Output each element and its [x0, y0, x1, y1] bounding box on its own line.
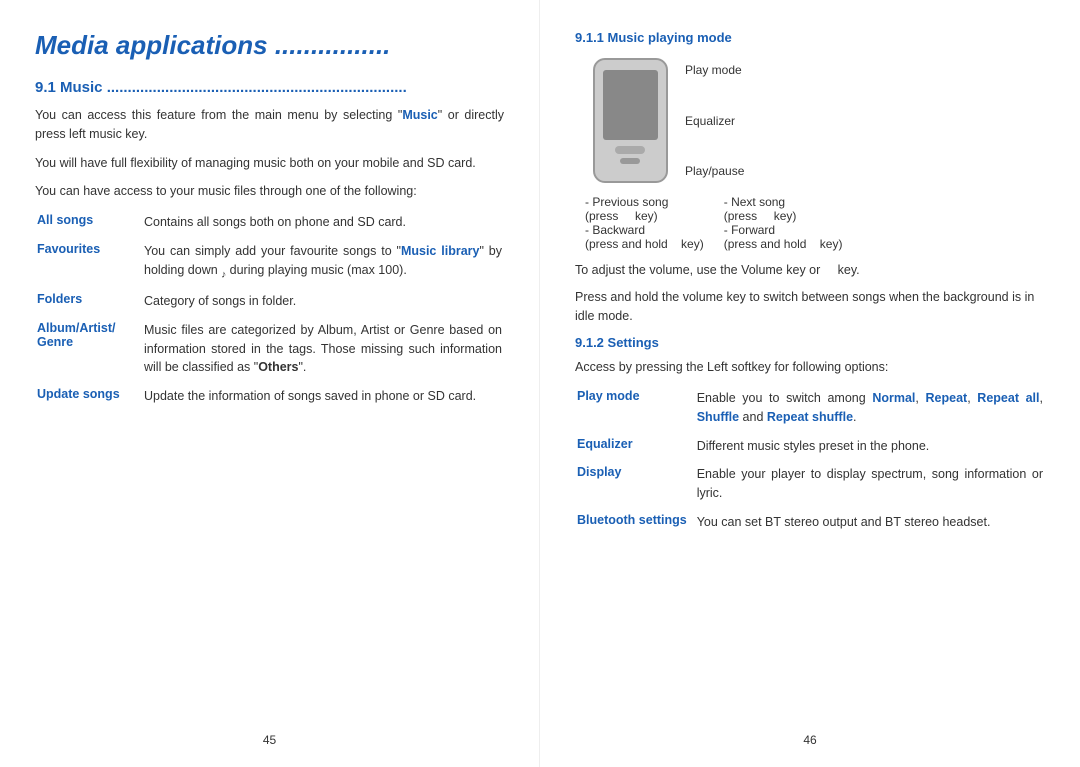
desc-update-songs: Update the information of songs saved in…	[144, 387, 502, 414]
bold-repeat: Repeat	[926, 391, 968, 405]
next-press-label: (press key)	[724, 209, 843, 223]
bold-normal: Normal	[872, 391, 915, 405]
phone-mockup-container	[575, 53, 685, 183]
table-row: Equalizer Different music styles preset …	[577, 437, 1043, 464]
table-row: Play mode Enable you to switch among Nor…	[577, 389, 1043, 435]
volume-text1: To adjust the volume, use the Volume key…	[575, 261, 1045, 280]
para2: You will have full flexibility of managi…	[35, 154, 504, 173]
page-number-right: 46	[803, 733, 816, 747]
desc-favourites: You can simply add your favourite songs …	[144, 242, 502, 290]
desc-equalizer: Different music styles preset in the pho…	[697, 437, 1043, 464]
desc-all-songs: Contains all songs both on phone and SD …	[144, 213, 502, 240]
desc-album-artist-genre: Music files are categorized by Album, Ar…	[144, 321, 502, 385]
bold-repeat-all: Repeat all	[977, 391, 1039, 405]
table-row: All songs Contains all songs both on pho…	[37, 213, 502, 240]
music-playing-section: Play mode Equalizer Play/pause	[575, 53, 1045, 183]
phone-mockup	[593, 58, 668, 183]
volume-text2: Press and hold the volume key to switch …	[575, 288, 1045, 326]
desc-play-mode: Enable you to switch among Normal, Repea…	[697, 389, 1043, 435]
bold-music-library: Music library	[401, 244, 480, 258]
nav-right-col: - Next song (press key) - Forward (press…	[724, 195, 843, 251]
table-row: Favourites You can simply add your favou…	[37, 242, 502, 290]
term-display: Display	[577, 465, 695, 511]
para3: You can have access to your music files …	[35, 182, 504, 201]
page-title: Media applications ................	[35, 30, 504, 61]
term-bluetooth-settings: Bluetooth settings	[577, 513, 695, 540]
phone-nav-button	[615, 146, 645, 154]
desc-folders: Category of songs in folder.	[144, 292, 502, 319]
term-favourites: Favourites	[37, 242, 142, 290]
desc-display: Enable your player to display spectrum, …	[697, 465, 1043, 511]
label-equalizer: Equalizer	[685, 114, 744, 128]
next-song-label: - Next song	[724, 195, 843, 209]
term-album-artist-genre: Album/Artist/Genre	[37, 321, 142, 385]
term-equalizer: Equalizer	[577, 437, 695, 464]
forward-hold-label: (press and hold key)	[724, 237, 843, 251]
nav-left-col: - Previous song (press key) - Backward (…	[585, 195, 704, 251]
backward-label: - Backward	[585, 223, 704, 237]
definitions-table: All songs Contains all songs both on pho…	[35, 211, 504, 416]
phone-screen	[603, 70, 658, 140]
table-row: Folders Category of songs in folder.	[37, 292, 502, 319]
bold-others: Others	[258, 360, 298, 374]
desc-bluetooth-settings: You can set BT stereo output and BT ster…	[697, 513, 1043, 540]
term-play-mode: Play mode	[577, 389, 695, 435]
prev-song-label: - Previous song	[585, 195, 704, 209]
term-folders: Folders	[37, 292, 142, 319]
left-page: Media applications ................ 9.1 …	[0, 0, 540, 767]
settings-intro: Access by pressing the Left softkey for …	[575, 358, 1045, 377]
bold-repeat-shuffle: Repeat shuffle	[767, 410, 853, 424]
forward-label: - Forward	[724, 223, 843, 237]
label-play-mode: Play mode	[685, 63, 744, 77]
section-9-1-heading: 9.1 Music ..............................…	[35, 79, 504, 96]
phone-confirm-button	[620, 158, 640, 164]
table-row: Display Enable your player to display sp…	[577, 465, 1043, 511]
table-row: Album/Artist/Genre Music files are categ…	[37, 321, 502, 385]
right-page: 9.1.1 Music playing mode Play mode Equal…	[540, 0, 1080, 767]
prev-press-label: (press key)	[585, 209, 704, 223]
section-9-1-1-heading: 9.1.1 Music playing mode	[575, 30, 1045, 45]
table-row: Bluetooth settings You can set BT stereo…	[577, 513, 1043, 540]
phone-labels: Play mode Equalizer Play/pause	[685, 58, 744, 183]
section-9-1-2-heading: 9.1.2 Settings	[575, 335, 1045, 350]
label-play-pause: Play/pause	[685, 164, 744, 178]
nav-labels-row: - Previous song (press key) - Backward (…	[585, 195, 1045, 251]
term-update-songs: Update songs	[37, 387, 142, 414]
table-row: Update songs Update the information of s…	[37, 387, 502, 414]
bold-music: Music	[402, 108, 437, 122]
term-all-songs: All songs	[37, 213, 142, 240]
para1: You can access this feature from the mai…	[35, 106, 504, 144]
settings-definitions-table: Play mode Enable you to switch among Nor…	[575, 387, 1045, 542]
backward-hold-label: (press and hold key)	[585, 237, 704, 251]
page-number-left: 45	[263, 733, 276, 747]
bold-shuffle: Shuffle	[697, 410, 739, 424]
